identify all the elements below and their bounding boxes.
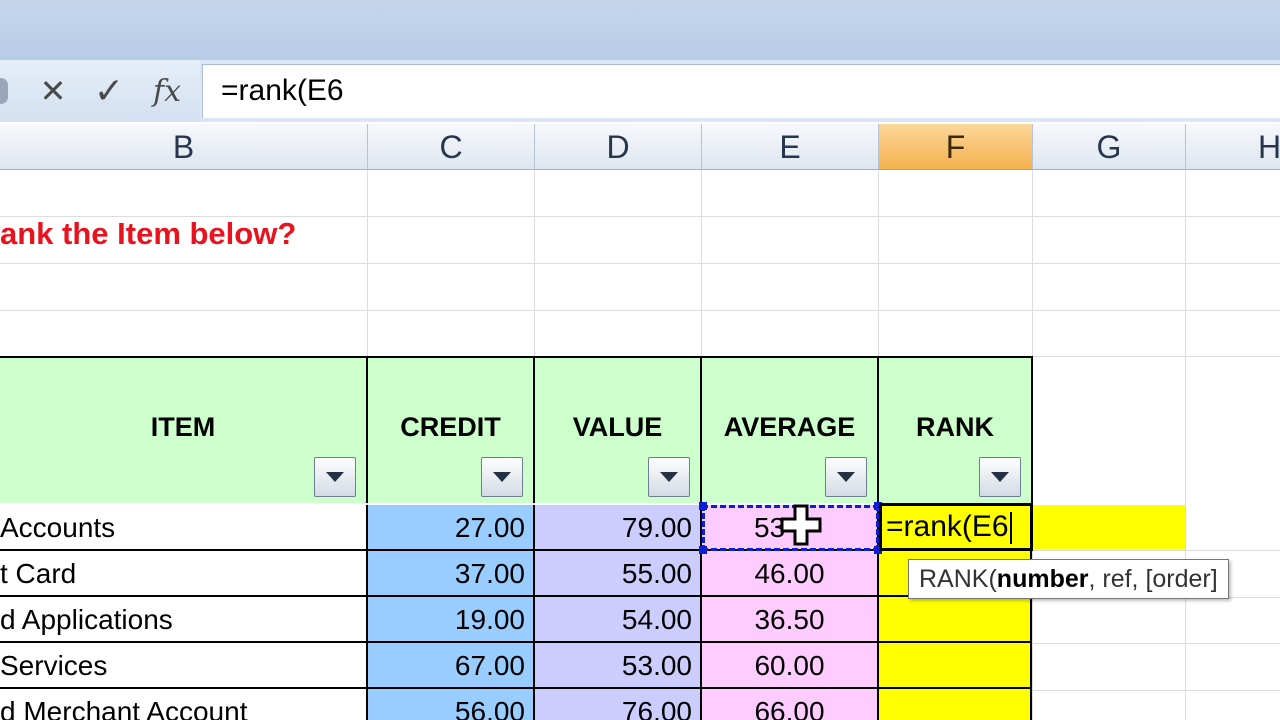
- enter-check-icon[interactable]: ✓: [88, 71, 130, 112]
- filter-dropdown-value[interactable]: [648, 457, 690, 497]
- cell-item[interactable]: Services: [0, 643, 368, 689]
- filter-dropdown-average[interactable]: [825, 457, 867, 497]
- cancel-x-icon[interactable]: ✕: [36, 72, 70, 110]
- column-header-b[interactable]: B: [0, 124, 368, 170]
- header-cell-rank[interactable]: RANK: [879, 356, 1033, 503]
- editor-text: =rank(E6: [886, 510, 1009, 543]
- header-label-credit: CREDIT: [400, 412, 501, 442]
- text-caret: [1009, 512, 1012, 545]
- chevron-down-icon: [837, 472, 855, 482]
- cell-rank[interactable]: [879, 597, 1032, 643]
- column-header-c[interactable]: C: [368, 124, 535, 170]
- name-box-edge[interactable]: [0, 78, 8, 104]
- cell-value[interactable]: 76.00: [535, 689, 702, 720]
- header-cell-value[interactable]: VALUE: [535, 356, 702, 503]
- insert-function-fx-icon[interactable]: fx: [142, 72, 192, 110]
- chevron-down-icon: [326, 472, 344, 482]
- cell-credit[interactable]: 37.00: [368, 551, 535, 597]
- tooltip-prefix: RANK(: [919, 565, 997, 593]
- chevron-down-icon: [660, 472, 678, 482]
- cell-credit[interactable]: 27.00: [368, 505, 535, 551]
- formula-bar-buttons: ✕ ✓ fx: [0, 60, 200, 122]
- column-header-h[interactable]: H: [1186, 124, 1280, 170]
- header-label-value: VALUE: [572, 412, 663, 442]
- cell-average[interactable]: 36.50: [702, 597, 879, 643]
- header-label-average: AVERAGE: [723, 412, 856, 442]
- cell-item[interactable]: Accounts: [0, 505, 368, 551]
- cell-rank[interactable]: [879, 643, 1032, 689]
- tooltip-current-arg[interactable]: number: [997, 565, 1089, 593]
- cell-item[interactable]: t Card: [0, 551, 368, 597]
- function-tooltip[interactable]: RANK(number, ref, [order]: [908, 559, 1229, 599]
- header-label-rank: RANK: [916, 412, 994, 442]
- filter-dropdown-rank[interactable]: [979, 457, 1021, 497]
- marquee-handle[interactable]: [699, 502, 707, 510]
- cell-value[interactable]: 79.00: [535, 505, 702, 551]
- worksheet-grid[interactable]: ank the Item below? ITEM CREDIT VALUE AV…: [0, 170, 1280, 720]
- header-cell-average[interactable]: AVERAGE: [702, 356, 879, 503]
- marquee-handle[interactable]: [699, 546, 707, 554]
- column-header-f[interactable]: F: [879, 124, 1033, 170]
- gridline: [0, 310, 1280, 311]
- column-header-g[interactable]: G: [1033, 124, 1186, 170]
- move-cursor-icon: [780, 504, 822, 546]
- header-label-item: ITEM: [150, 412, 216, 442]
- cell-credit[interactable]: 56.00: [368, 689, 535, 720]
- cell-value[interactable]: 55.00: [535, 551, 702, 597]
- formula-input[interactable]: =rank(E6: [202, 64, 1280, 118]
- header-cell-item[interactable]: ITEM: [0, 356, 368, 503]
- filter-dropdown-credit[interactable]: [481, 457, 523, 497]
- column-header-e[interactable]: E: [702, 124, 879, 170]
- chevron-down-icon: [991, 472, 1009, 482]
- cell-g6-highlight[interactable]: [1033, 505, 1185, 549]
- chevron-down-icon: [493, 472, 511, 482]
- cell-item[interactable]: d Applications: [0, 597, 368, 643]
- gridline: [0, 263, 1280, 264]
- ribbon-strip: [0, 0, 1280, 61]
- header-cell-credit[interactable]: CREDIT: [368, 356, 535, 503]
- active-cell-editor[interactable]: =rank(E6: [879, 503, 1033, 551]
- filter-dropdown-item[interactable]: [314, 457, 356, 497]
- cell-credit[interactable]: 67.00: [368, 643, 535, 689]
- sheet-title[interactable]: ank the Item below?: [0, 216, 296, 252]
- cell-rank[interactable]: [879, 689, 1032, 720]
- cell-value[interactable]: 54.00: [535, 597, 702, 643]
- cell-average[interactable]: 46.00: [702, 551, 879, 597]
- cell-item[interactable]: d Merchant Account: [0, 689, 368, 720]
- formula-bar: ✕ ✓ fx =rank(E6: [0, 60, 1280, 122]
- column-headers: B C D E F G H: [0, 124, 1280, 170]
- tooltip-rest: , ref, [order]: [1088, 565, 1218, 593]
- cell-average[interactable]: 66.00: [702, 689, 879, 720]
- gridline: [1185, 170, 1186, 720]
- cell-credit[interactable]: 19.00: [368, 597, 535, 643]
- cell-average[interactable]: 60.00: [702, 643, 879, 689]
- cell-value[interactable]: 53.00: [535, 643, 702, 689]
- column-header-d[interactable]: D: [535, 124, 702, 170]
